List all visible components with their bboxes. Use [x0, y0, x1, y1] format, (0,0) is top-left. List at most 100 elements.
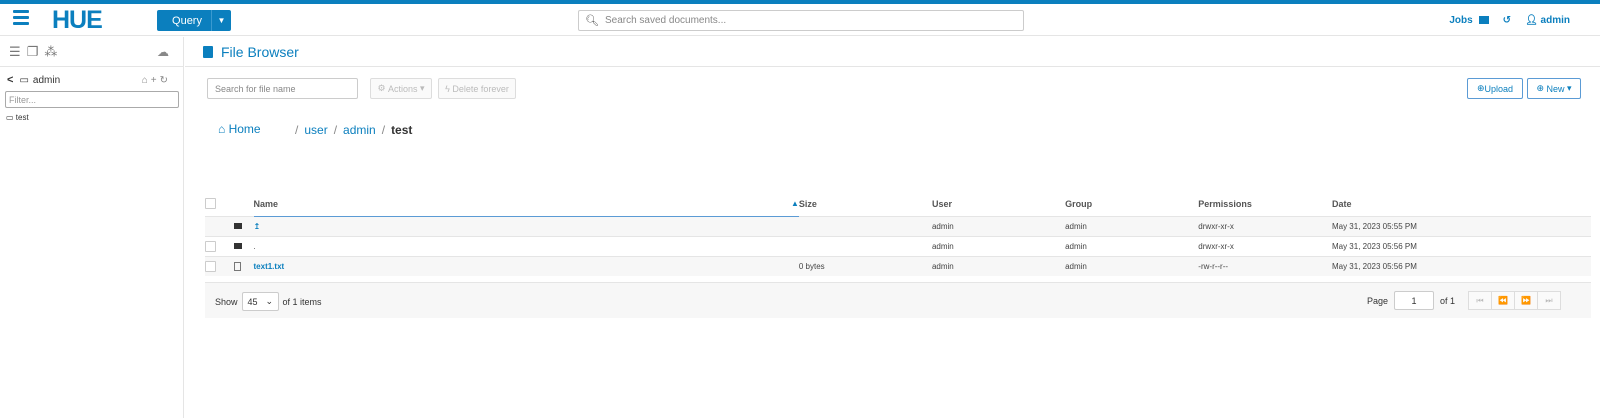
- home-icon: ⌂: [218, 122, 226, 136]
- database-icon[interactable]: ☰: [9, 44, 21, 60]
- page-total-label: of 1: [1439, 295, 1455, 306]
- folder-icon: ▭: [19, 74, 29, 86]
- top-right-nav: Jobs ↺ 👤︎ admin: [1449, 15, 1570, 26]
- breadcrumb-separator: /: [333, 123, 338, 137]
- user-menu[interactable]: 👤︎ admin: [1525, 15, 1570, 26]
- table-row[interactable]: . admin admin drwxr-xr-x May 31, 2023 05…: [205, 235, 1591, 256]
- row-select: [205, 215, 234, 236]
- header-type: [234, 192, 254, 216]
- left-panel: ☰ ❐ ⁂ ☁ < ▭ admin ⌂+↻ Filter... ▭ test: [0, 37, 184, 418]
- delete-label: Delete forever: [452, 83, 509, 94]
- hamburger-menu-icon[interactable]: [13, 10, 29, 25]
- row-permissions: drwxr-xr-x: [1198, 235, 1332, 256]
- row-group: admin: [1065, 235, 1199, 256]
- page-input-value: 1: [1411, 295, 1417, 306]
- filter-input[interactable]: Filter...: [5, 91, 179, 108]
- row-checkbox[interactable]: [205, 260, 216, 272]
- folder-icon: ▭: [6, 113, 14, 122]
- row-user: admin: [931, 255, 1066, 276]
- delete-forever-button[interactable]: ϟ Delete forever: [438, 78, 516, 99]
- breadcrumb-user[interactable]: user: [304, 123, 327, 137]
- bolt-icon: ϟ: [445, 83, 453, 94]
- row-name[interactable]: text1.txt: [253, 255, 799, 276]
- row-name[interactable]: .: [253, 235, 799, 256]
- column-header-name[interactable]: Name ▲: [253, 192, 799, 217]
- column-header-user[interactable]: User: [932, 192, 1065, 216]
- row-date: May 31, 2023 05:56 PM: [1331, 235, 1591, 256]
- page-title: File Browser: [185, 37, 1600, 67]
- breadcrumb-path: / user / admin / test: [295, 123, 412, 137]
- page-size-select[interactable]: 45 ⌄: [241, 292, 279, 311]
- query-button[interactable]: Query ▼: [157, 10, 231, 31]
- row-select: [205, 235, 234, 256]
- breadcrumb: ⌂ Home / user / admin / test: [185, 122, 1600, 146]
- table-header-row: Name ▲ Size User Group Permissions Date: [205, 192, 1591, 217]
- upload-button[interactable]: ⊕ Upload: [1467, 78, 1523, 99]
- search-input[interactable]: 🔍︎ Search saved documents...: [578, 10, 1024, 31]
- row-permissions: -rw-r--r--: [1198, 255, 1332, 276]
- new-button[interactable]: ⊕ New ▾: [1527, 78, 1581, 99]
- row-group: admin: [1065, 255, 1199, 276]
- top-bar: HUE Query ▼ 🔍︎ Search saved documents...…: [0, 4, 1600, 36]
- row-type: [233, 215, 254, 236]
- upload-icon: ⊕: [1476, 83, 1485, 93]
- jobs-icon: [1478, 16, 1489, 25]
- left-panel-actions[interactable]: ⌂+↻: [142, 75, 171, 86]
- last-page-icon[interactable]: ⏭: [1537, 291, 1561, 310]
- tree-item-test[interactable]: ▭ test: [0, 113, 183, 122]
- chevron-down-icon[interactable]: ▼: [211, 10, 231, 31]
- table-footer: Show 45 ⌄ of 1 items Page 1 of 1 ⏮ ⏪ ⏩ ⏭: [205, 282, 1591, 318]
- show-label: Show: [215, 296, 238, 307]
- hue-logo[interactable]: HUE: [52, 6, 103, 35]
- column-header-date[interactable]: Date: [1332, 192, 1591, 216]
- plus-circle-icon: ⊕: [1536, 83, 1547, 93]
- row-name[interactable]: ↥: [253, 215, 799, 236]
- upload-label: Upload: [1484, 83, 1514, 94]
- file-browser-icon: [203, 45, 213, 58]
- actions-button[interactable]: ⚙ Actions ▾: [370, 78, 432, 99]
- table-row[interactable]: text1.txt 0 bytes admin admin -rw-r--r--…: [205, 255, 1591, 276]
- column-header-size[interactable]: Size: [799, 192, 932, 216]
- next-page-icon[interactable]: ⏩: [1514, 291, 1538, 310]
- breadcrumb-home[interactable]: ⌂ Home: [218, 122, 261, 136]
- jobs-button[interactable]: Jobs: [1449, 15, 1489, 26]
- tree-item-label: test: [15, 113, 29, 122]
- file-search-input[interactable]: Search for file name: [207, 78, 358, 99]
- row-size: [798, 235, 932, 256]
- row-checkbox[interactable]: [205, 240, 216, 252]
- row-user: admin: [931, 215, 1066, 236]
- column-header-permissions[interactable]: Permissions: [1198, 192, 1332, 216]
- prev-page-icon[interactable]: ⏪: [1491, 291, 1515, 310]
- page-size-value: 45: [247, 296, 258, 307]
- row-date: May 31, 2023 05:55 PM: [1331, 215, 1591, 236]
- breadcrumb-current: test: [391, 123, 413, 137]
- file-search-placeholder: Search for file name: [215, 83, 296, 94]
- page-input[interactable]: 1: [1393, 291, 1434, 310]
- left-panel-icon-bar: ☰ ❐ ⁂ ☁: [0, 37, 183, 67]
- pagination-buttons: ⏮ ⏪ ⏩ ⏭: [1468, 291, 1561, 310]
- select-all-checkbox[interactable]: [205, 198, 216, 210]
- history-icon[interactable]: ↺: [1503, 15, 1511, 26]
- breadcrumb-separator: /: [295, 123, 299, 137]
- chevron-down-icon: ▾: [417, 83, 425, 93]
- table-row[interactable]: ↥ admin admin drwxr-xr-x May 31, 2023 05…: [205, 215, 1591, 236]
- sort-asc-icon: ▲: [790, 198, 799, 208]
- column-header-group[interactable]: Group: [1065, 192, 1198, 216]
- row-size: [798, 215, 932, 236]
- chevron-down-icon: ▾: [1564, 83, 1572, 93]
- row-type: [233, 235, 254, 256]
- file-icon: [233, 261, 241, 271]
- documents-icon[interactable]: ❐: [27, 44, 39, 60]
- breadcrumb-home-label: Home: [228, 122, 261, 136]
- back-icon[interactable]: <: [7, 74, 13, 86]
- page-label: Page: [1366, 295, 1388, 306]
- cluster-icon[interactable]: ⁂: [44, 44, 57, 60]
- pagination: Page 1 of 1 ⏮ ⏪ ⏩ ⏭: [1367, 291, 1561, 310]
- first-page-icon[interactable]: ⏮: [1468, 291, 1492, 310]
- row-type: [233, 255, 254, 276]
- storage-icon[interactable]: ☁: [157, 45, 169, 59]
- breadcrumb-admin[interactable]: admin: [343, 123, 376, 137]
- file-table: Name ▲ Size User Group Permissions Date ↥…: [205, 192, 1591, 276]
- new-label: New: [1546, 83, 1565, 94]
- row-size: 0 bytes: [798, 255, 932, 276]
